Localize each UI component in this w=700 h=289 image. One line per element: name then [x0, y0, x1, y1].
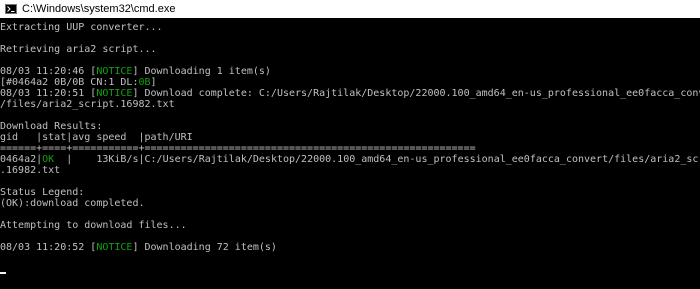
- console-line: /files/aria2_script.16982.txt: [0, 99, 700, 110]
- console-text: ] Downloading 72 item(s): [132, 242, 277, 253]
- console-line: gid |stat|avg speed |path/URI: [0, 132, 700, 143]
- console-line: [#0464a2 0B/0B CN:1 DL:0B]: [0, 77, 700, 88]
- console-text: 0464a2|: [0, 154, 43, 165]
- console-line: Download Results:: [0, 121, 700, 132]
- console-line: Status Legend:: [0, 187, 700, 198]
- cmd-window: C:\Windows\system32\cmd.exe Extracting U…: [0, 0, 700, 289]
- console-text: (OK):download completed.: [0, 198, 145, 209]
- console-text: ]: [150, 77, 157, 88]
- console-text: Extracting UUP converter...: [0, 22, 163, 33]
- console-highlight-text: OK: [42, 154, 55, 165]
- console-line: 08/03 11:20:51 [NOTICE] Download complet…: [0, 88, 700, 99]
- console-text: ======+====+===========+================…: [0, 143, 476, 154]
- console-line: Retrieving aria2 script...: [0, 44, 700, 55]
- console-highlight-text: 0B: [138, 77, 151, 88]
- console-highlight-text: NOTICE: [96, 242, 133, 253]
- console-line: .16982.txt: [0, 165, 700, 176]
- console-text: 08/03 11:20:51 [: [0, 88, 97, 99]
- cmd-icon: [5, 4, 17, 14]
- console-line: 08/03 11:20:46 [NOTICE] Downloading 1 it…: [0, 66, 700, 77]
- console-line: Attempting to download files...: [0, 220, 700, 231]
- title-bar[interactable]: C:\Windows\system32\cmd.exe: [0, 0, 700, 18]
- console-text: /files/aria2_script.16982.txt: [0, 99, 175, 110]
- console-text: Retrieving aria2 script...: [0, 44, 157, 55]
- console-text: | 13KiB/s|C:/Users/Rajtilak/Desktop/2200…: [54, 154, 700, 165]
- console-output[interactable]: Extracting UUP converter... Retrieving ar…: [0, 22, 700, 274]
- console-line: (OK):download completed.: [0, 198, 700, 209]
- text-cursor: [0, 272, 6, 274]
- console-text: Download Results:: [0, 121, 103, 132]
- console-text: gid |stat|avg speed |path/URI: [0, 132, 193, 143]
- console-text: ] Downloading 1 item(s): [132, 66, 271, 77]
- console-text: 08/03 11:20:46 [: [0, 66, 97, 77]
- console-line: Extracting UUP converter...: [0, 22, 700, 33]
- console-line: 08/03 11:20:52 [NOTICE] Downloading 72 i…: [0, 242, 700, 253]
- console-highlight-text: NOTICE: [96, 88, 133, 99]
- console-text: ] Download complete: C:/Users/Rajtilak/D…: [132, 88, 700, 99]
- window-title: C:\Windows\system32\cmd.exe: [22, 3, 176, 15]
- console-highlight-text: NOTICE: [96, 66, 133, 77]
- console-line: 0464a2|OK | 13KiB/s|C:/Users/Rajtilak/De…: [0, 154, 700, 165]
- console-line: ======+====+===========+================…: [0, 143, 700, 154]
- console-text: 08/03 11:20:52 [: [0, 242, 97, 253]
- console-text: Attempting to download files...: [0, 220, 187, 231]
- console-text: .16982.txt: [0, 165, 61, 176]
- console-text: [#0464a2 0B/0B CN:1 DL:: [0, 77, 139, 88]
- console-text: Status Legend:: [0, 187, 85, 198]
